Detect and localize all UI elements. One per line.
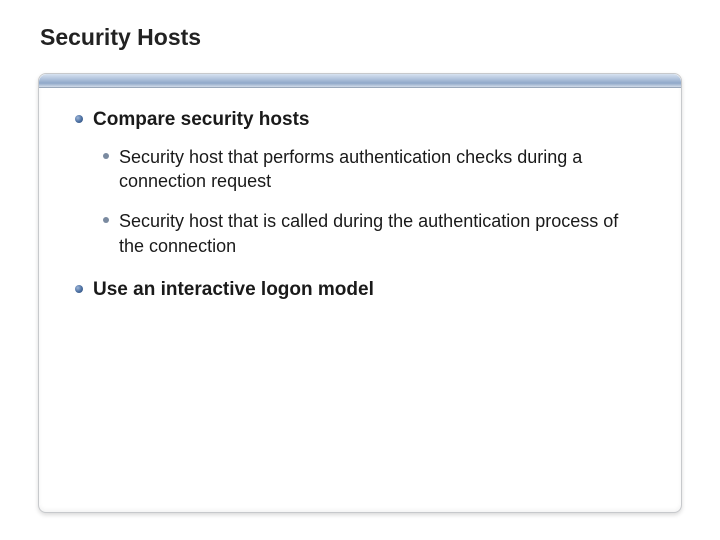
sub-list-item-label: Security host that is called during the … xyxy=(119,209,643,258)
list-item-label: Compare security hosts xyxy=(93,108,309,133)
slide-title: Security Hosts xyxy=(40,24,682,51)
list-item: Compare security hosts xyxy=(75,108,651,133)
slide: Security Hosts Compare security hosts Se… xyxy=(0,0,720,540)
sub-list-item-label: Security host that performs authenticati… xyxy=(119,145,643,194)
list-item: Use an interactive logon model xyxy=(75,278,651,303)
sub-bullet-icon xyxy=(103,217,109,223)
content-panel: Compare security hosts Security host tha… xyxy=(38,73,682,513)
sub-list-item: Security host that performs authenticati… xyxy=(103,145,643,194)
sub-bullet-icon xyxy=(103,153,109,159)
bullet-icon xyxy=(75,115,83,123)
panel-header-bar xyxy=(39,74,681,88)
list-item-label: Use an interactive logon model xyxy=(93,278,374,303)
bullet-icon xyxy=(75,285,83,293)
panel-body: Compare security hosts Security host tha… xyxy=(39,88,681,335)
sub-list-item: Security host that is called during the … xyxy=(103,209,643,258)
